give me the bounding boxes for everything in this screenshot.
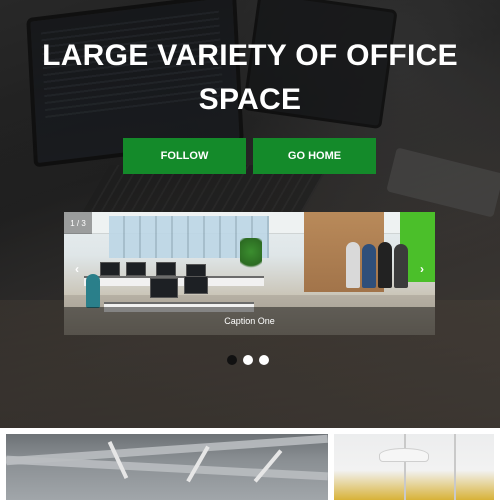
go-home-button[interactable]: GO HOME — [253, 138, 376, 174]
image-carousel[interactable]: 1 / 3 ‹ › Caption One — [64, 212, 435, 335]
follow-button[interactable]: FOLLOW — [123, 138, 246, 174]
chevron-right-icon[interactable]: › — [413, 258, 431, 280]
slide-plant — [240, 238, 262, 272]
gallery-image-office-ceiling[interactable] — [6, 434, 328, 500]
gallery-image-office-lamp[interactable] — [334, 434, 494, 500]
slide-person — [394, 244, 408, 288]
slide-person — [346, 242, 360, 288]
ceiling-pipe — [404, 434, 406, 500]
slide-person — [362, 244, 376, 288]
hero-title: LARGE VARIETY OF OFFICE SPACE — [42, 39, 458, 116]
slide-caption: Caption One — [64, 307, 435, 335]
slide-monitor — [150, 278, 178, 298]
slide-person — [378, 242, 392, 288]
slide-person — [86, 274, 100, 308]
hero-section: LARGE VARIETY OF OFFICE SPACE FOLLOW GO … — [0, 0, 500, 428]
pendant-lamp — [379, 448, 429, 462]
carousel-pagination — [227, 355, 277, 367]
slide-counter: 1 / 3 — [64, 212, 92, 234]
ceiling-beam — [6, 455, 328, 481]
slide-monitor — [100, 262, 120, 276]
slide-monitor — [184, 276, 208, 294]
slide-monitor — [126, 262, 146, 276]
carousel-dot-2[interactable] — [243, 355, 253, 365]
slide-monitor — [156, 262, 176, 276]
carousel-dot-3[interactable] — [259, 355, 269, 365]
chevron-left-icon[interactable]: ‹ — [68, 258, 86, 280]
ceiling-light — [107, 441, 129, 479]
carousel-dot-1[interactable] — [227, 355, 237, 365]
ceiling-pipe — [454, 434, 456, 500]
